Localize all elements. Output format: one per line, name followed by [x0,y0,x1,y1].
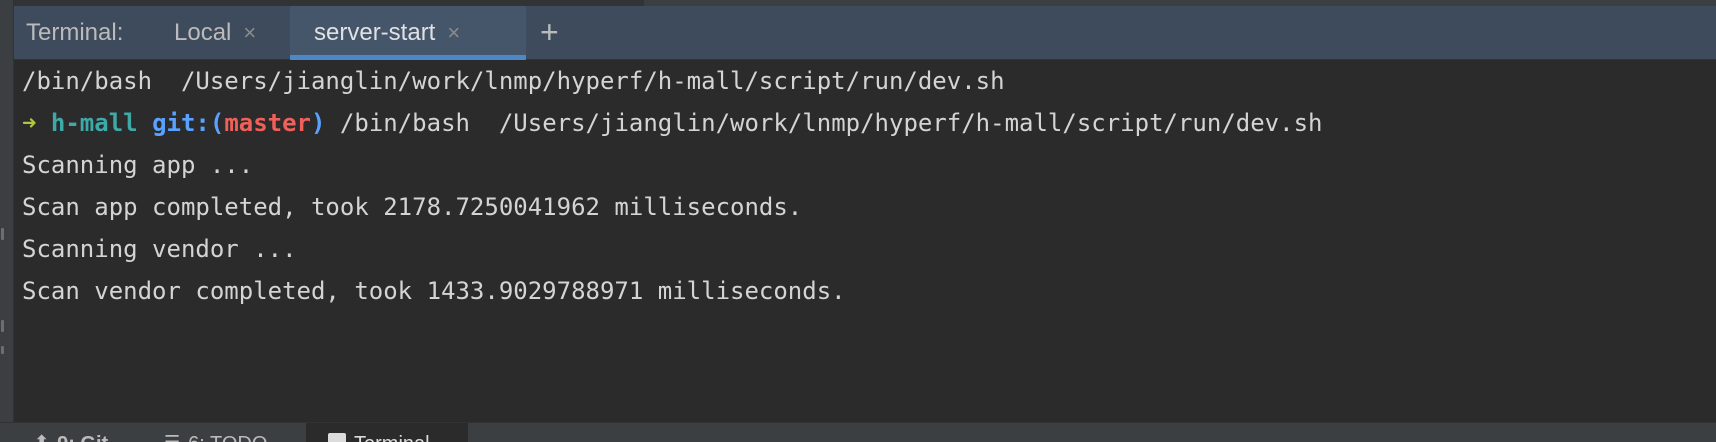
prompt-arrow-icon: ➜ [22,109,37,137]
terminal-line: Scan vendor completed, took 1433.9029788… [22,277,846,305]
tab-server-start[interactable]: server-start × [290,6,526,60]
terminal-prompt-line: ➜ h-mall git:(master) /bin/bash /Users/j… [22,102,1322,144]
prompt-git-prefix: git:( [152,109,225,137]
prompt-git-branch: master [224,109,312,137]
prompt-directory: h-mall [50,109,138,137]
strip-marker [1,228,4,240]
close-icon[interactable]: × [447,22,460,44]
prompt-git-suffix: ) [311,109,326,137]
terminal-output[interactable]: /bin/bash /Users/jianglin/work/lnmp/hype… [14,60,1716,422]
terminal-tab-bar: Terminal: Local × server-start × + [14,6,1716,60]
terminal-line: Scan app completed, took 2178.7250041962… [22,193,803,221]
tab-local[interactable]: Local × [174,6,256,60]
git-branch-icon: ⬆ [34,432,50,442]
bottom-tab-git[interactable]: ⬆ 9: Git [34,423,108,442]
strip-marker [1,346,4,354]
bottom-tab-todo-label: 6: TODO [188,433,267,442]
bottom-tab-git-label: 9: Git [57,433,108,442]
terminal-line: Scanning app ... [22,151,254,179]
bottom-tab-todo[interactable]: ☰ 6: TODO [164,423,267,442]
add-tab-icon[interactable]: + [540,6,559,60]
terminal-panel-title: Terminal: [26,19,124,46]
left-tool-strip [0,0,14,442]
terminal-line: Scanning vendor ... [22,235,297,263]
tab-server-start-label: server-start [314,19,436,46]
close-icon[interactable]: × [243,22,256,44]
terminal-icon [328,433,346,442]
terminal-line: /bin/bash /Users/jianglin/work/lnmp/hype… [22,67,1005,95]
bottom-tool-window-bar: ⬆ 9: Git ☰ 6: TODO Terminal [0,422,1716,442]
prompt-command: /bin/bash /Users/jianglin/work/lnmp/hype… [325,109,1323,137]
bottom-tab-terminal[interactable]: Terminal [306,423,468,442]
todo-list-icon: ☰ [164,432,181,442]
bottom-tab-terminal-label: Terminal [354,433,430,442]
tab-local-label: Local [174,19,232,46]
strip-marker [1,320,4,332]
